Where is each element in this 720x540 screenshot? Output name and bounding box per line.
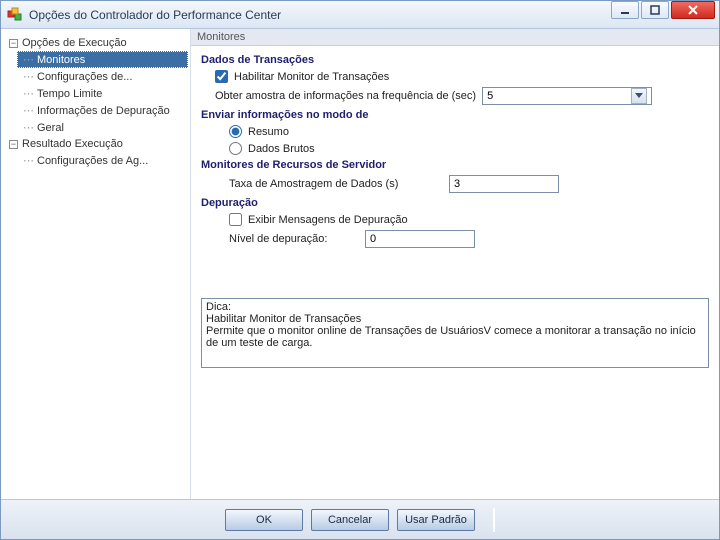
cancel-button[interactable]: Cancelar <box>311 509 389 531</box>
row-show-debug: Exibir Mensagens de Depuração <box>229 213 709 226</box>
window-controls <box>611 1 715 23</box>
use-default-button[interactable]: Usar Padrão <box>397 509 475 531</box>
titlebar: Opções do Controlador do Performance Cen… <box>1 1 719 29</box>
window-title: Opções do Controlador do Performance Cen… <box>29 8 611 22</box>
hint-body: Permite que o monitor online de Transaçõ… <box>206 325 704 349</box>
tree-node-exec-options[interactable]: − Opções de Execução <box>3 35 188 51</box>
tree-connector-icon: ⋯ <box>23 53 33 66</box>
collapse-icon[interactable]: − <box>9 39 18 48</box>
mode-raw-radio[interactable] <box>229 142 242 155</box>
tree-connector-icon: ⋯ <box>23 121 33 134</box>
row-enable-monitor: Habilitar Monitor de Transações <box>215 70 709 83</box>
mode-summary-label: Resumo <box>248 126 289 138</box>
tree-node-label: Resultado Execução <box>22 138 123 150</box>
debug-level-input[interactable] <box>365 230 475 248</box>
hint-heading: Habilitar Monitor de Transações <box>206 313 704 325</box>
panel-body: Dados de Transações Habilitar Monitor de… <box>191 46 719 499</box>
section-title-servermon: Monitores de Recursos de Servidor <box>201 159 709 171</box>
settings-panel: Monitores Dados de Transações Habilitar … <box>191 29 719 499</box>
ok-button[interactable]: OK <box>225 509 303 531</box>
window: Opções do Controlador do Performance Cen… <box>0 0 720 540</box>
tree-node-resultado-exec[interactable]: − Resultado Execução <box>3 136 188 152</box>
tree-item-geral[interactable]: ⋯ Geral <box>17 119 188 136</box>
sample-rate-input[interactable] <box>449 175 559 193</box>
hint-title: Dica: <box>206 301 704 313</box>
tree-connector-icon: ⋯ <box>23 104 33 117</box>
app-icon <box>7 7 23 23</box>
mode-raw-label: Dados Brutos <box>248 143 315 155</box>
tree-connector-icon: ⋯ <box>23 154 33 167</box>
tree-children: ⋯ Configurações de Ag... <box>17 152 188 169</box>
tree-connector-icon: ⋯ <box>23 87 33 100</box>
frequency-value: 5 <box>487 90 631 102</box>
chevron-down-icon <box>635 93 643 99</box>
tree-item-label: Configurações de... <box>37 71 132 83</box>
enable-monitor-checkbox[interactable] <box>215 70 228 83</box>
tree-item-config-agente[interactable]: ⋯ Configurações de Ag... <box>17 152 188 169</box>
row-mode-summary: Resumo <box>229 125 709 138</box>
tree-item-label: Configurações de Ag... <box>37 155 148 167</box>
close-button[interactable] <box>671 1 715 19</box>
tree-connector-icon: ⋯ <box>23 70 33 83</box>
tree-item-tempo-limite[interactable]: ⋯ Tempo Limite <box>17 85 188 102</box>
panel-header: Monitores <box>191 29 719 46</box>
enable-monitor-label: Habilitar Monitor de Transações <box>234 71 389 83</box>
section-title-debug: Depuração <box>201 197 709 209</box>
frequency-label: Obter amostra de informações na frequênc… <box>215 90 476 102</box>
minimize-button[interactable] <box>611 1 639 19</box>
tree-item-label: Tempo Limite <box>37 88 102 100</box>
debug-level-label: Nível de depuração: <box>229 233 365 245</box>
tree-item-info-depuracao[interactable]: ⋯ Informações de Depuração <box>17 102 188 119</box>
section-title-transactions: Dados de Transações <box>201 54 709 66</box>
mode-summary-radio[interactable] <box>229 125 242 138</box>
tree-node-label: Opções de Execução <box>22 37 127 49</box>
client-area: − Opções de Execução ⋯ Monitores ⋯ Configu… <box>1 29 719 499</box>
tree-item-label: Informações de Depuração <box>37 105 170 117</box>
tree-item-label: Geral <box>37 122 64 134</box>
tree-children: ⋯ Monitores ⋯ Configurações de... ⋯ Tempo L… <box>17 51 188 136</box>
hint-box: Dica: Habilitar Monitor de Transações Pe… <box>201 298 709 368</box>
tree-item-monitores[interactable]: ⋯ Monitores <box>17 51 188 68</box>
row-sample-rate: Taxa de Amostragem de Dados (s) <box>229 175 709 193</box>
show-debug-checkbox[interactable] <box>229 213 242 226</box>
row-frequency: Obter amostra de informações na frequênc… <box>215 87 709 105</box>
row-mode-raw: Dados Brutos <box>229 142 709 155</box>
dropdown-button[interactable] <box>631 88 647 104</box>
sample-rate-label: Taxa de Amostragem de Dados (s) <box>229 178 449 190</box>
resize-grip[interactable] <box>493 508 495 532</box>
collapse-icon[interactable]: − <box>9 140 18 149</box>
frequency-select[interactable]: 5 <box>482 87 652 105</box>
section-title-sendmode: Enviar informações no modo de <box>201 109 709 121</box>
tree-item-label: Monitores <box>37 54 85 66</box>
nav-tree: − Opções de Execução ⋯ Monitores ⋯ Configu… <box>1 29 191 499</box>
show-debug-label: Exibir Mensagens de Depuração <box>248 214 408 226</box>
tree-item-configuracoes[interactable]: ⋯ Configurações de... <box>17 68 188 85</box>
dialog-button-row: OK Cancelar Usar Padrão <box>1 499 719 539</box>
row-debug-level: Nível de depuração: <box>229 230 709 248</box>
maximize-button[interactable] <box>641 1 669 19</box>
